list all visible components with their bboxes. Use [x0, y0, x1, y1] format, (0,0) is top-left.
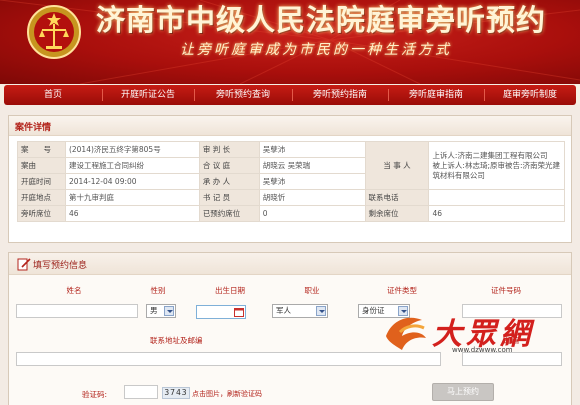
captcha-input[interactable]: [124, 385, 158, 399]
label-case-no: 案 号: [17, 141, 66, 158]
col-name: 姓名: [66, 286, 82, 295]
table-row: 开庭地点 第十九审判庭 书 记 员 胡晓忻 联系电话: [17, 189, 565, 206]
col-job: 职业: [304, 286, 320, 295]
value-place: 第十九审判庭: [64, 189, 200, 206]
label-booked: 已预约席位: [198, 205, 260, 222]
banner-title: 济南市中级人民法院庭审旁听预约: [96, 3, 547, 37]
court-emblem-icon: [27, 5, 81, 59]
case-detail-header: 案件详情: [9, 116, 571, 136]
nav-bar: 首页 开庭听证公告 旁听预约查询 旁听预约指南 旁听庭审指南 庭审旁听制度: [4, 85, 576, 105]
name-input[interactable]: [16, 304, 138, 318]
nav-home[interactable]: 首页: [4, 85, 102, 105]
value-cause: 建设工程施工合同纠纷: [64, 157, 200, 174]
label-phone: 联系电话: [364, 189, 430, 206]
col-gender: 性别: [150, 286, 166, 295]
label-panel: 合 议 庭: [198, 157, 260, 174]
captcha-refresh-tip[interactable]: 点击图片，刷新验证码: [192, 389, 262, 399]
reservation-form-header: 填写预约信息: [9, 253, 571, 275]
dzwww-watermark-logo: 大 眾 網: [386, 317, 535, 352]
gender-select-value: 男: [150, 306, 158, 315]
col-id-no: 证件号码: [491, 286, 521, 295]
col-birth: 出生日期: [215, 286, 245, 295]
nav-hearing-rules[interactable]: 庭审旁听制度: [484, 85, 576, 105]
address-input[interactable]: [16, 352, 441, 366]
label-party: 当 事 人: [364, 141, 430, 190]
table-row: 旁听席位 46 已预约席位 0 剩余席位 46: [17, 205, 565, 222]
value-phone: [428, 189, 565, 206]
captcha-label: 验证码:: [82, 390, 108, 399]
banner-slogan: 让旁听庭审成为市民的一种生活方式: [180, 42, 452, 58]
watermark-url: www.dzwww.com: [452, 346, 513, 354]
nav-hearing-notice[interactable]: 开庭听证公告: [102, 85, 194, 105]
value-case-no: (2014)济民五终字第805号: [64, 141, 200, 158]
address-label: 联系地址及邮编: [150, 336, 203, 345]
case-detail-panel: 案件详情 案 号 (2014)济民五终字第805号 审 判 长 吴孽沛 当 事 …: [8, 115, 572, 243]
pencil-icon: [17, 258, 31, 271]
reservation-form-title: 填写预约信息: [33, 261, 88, 271]
chevron-down-icon: [316, 306, 326, 316]
label-time: 开庭时间: [17, 173, 66, 190]
value-seats: 46: [64, 205, 200, 222]
main-nav: 首页 开庭听证公告 旁听预约查询 旁听预约指南 旁听庭审指南 庭审旁听制度: [0, 84, 580, 105]
nav-reservation-guide[interactable]: 旁听预约指南: [292, 85, 388, 105]
label-judge: 审 判 长: [198, 141, 260, 158]
label-handler: 承 办 人: [198, 173, 260, 190]
value-booked: 0: [258, 205, 366, 222]
nav-reservation-query[interactable]: 旁听预约查询: [194, 85, 292, 105]
label-remain: 剩余席位: [364, 205, 430, 222]
value-time: 2014-12-04 09:00: [64, 173, 200, 190]
nav-hearing-guide[interactable]: 旁听庭审指南: [388, 85, 484, 105]
value-party: 上诉人:济南二建集团工程有限公司 被上诉人:林志琦;原审被告:济南荣光建筑材料有…: [428, 141, 565, 190]
party-line-1: 上诉人:济南二建集团工程有限公司: [432, 150, 548, 160]
col-id-type: 证件类型: [387, 286, 417, 295]
value-handler: 吴孽沛: [258, 173, 366, 190]
birth-date-input[interactable]: [196, 305, 246, 319]
calendar-icon: [234, 308, 244, 317]
job-select[interactable]: 军人: [272, 304, 328, 318]
submit-reservation-button[interactable]: 马上预约: [432, 383, 494, 401]
label-cause: 案由: [17, 157, 66, 174]
label-clerk: 书 记 员: [198, 189, 260, 206]
table-row: 案 号 (2014)济民五终字第805号 审 判 长 吴孽沛 当 事 人 上诉人…: [17, 141, 565, 190]
value-clerk: 胡晓忻: [258, 189, 366, 206]
party-line-2: 被上诉人:林志琦;原审被告:济南荣光建筑材料有限公司: [432, 160, 561, 180]
label-place: 开庭地点: [17, 189, 66, 206]
gender-select[interactable]: 男: [146, 304, 176, 318]
case-detail-table: 案 号 (2014)济民五终字第805号 审 判 长 吴孽沛 当 事 人 上诉人…: [17, 141, 565, 222]
label-seats: 旁听席位: [17, 205, 66, 222]
job-select-value: 军人: [276, 306, 291, 315]
value-panel: 胡晓云 吴荣瑞: [258, 157, 366, 174]
value-remain: 46: [428, 205, 565, 222]
case-detail-title: 案件详情: [15, 123, 52, 133]
chevron-down-icon: [164, 306, 174, 316]
captcha-image[interactable]: 3743: [162, 387, 190, 399]
value-judge: 吴孽沛: [258, 141, 366, 158]
site-banner: 济南市中级人民法院庭审旁听预约 让旁听庭审成为市民的一种生活方式: [0, 0, 580, 84]
